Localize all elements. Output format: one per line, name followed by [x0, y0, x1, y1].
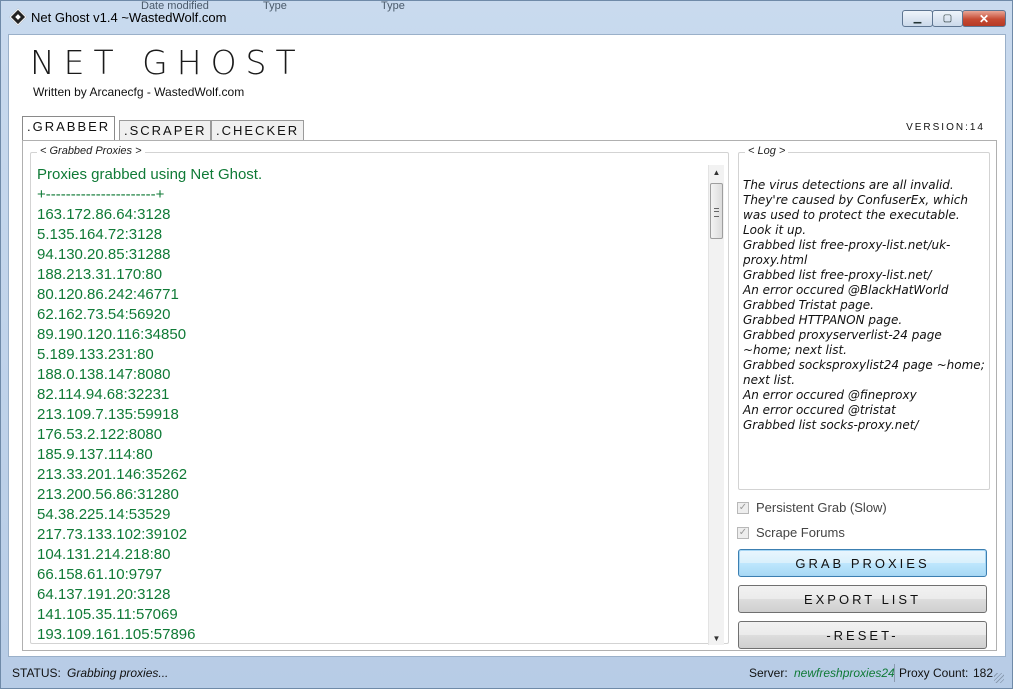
resize-grip-icon[interactable]: [994, 673, 1004, 683]
log-entry: An error occured @BlackHatWorld: [743, 283, 949, 297]
grabbed-proxies-label: < Grabbed Proxies >: [37, 145, 145, 157]
reset-button[interactable]: -RESET-: [738, 621, 987, 649]
minimize-button[interactable]: ▁: [902, 10, 933, 27]
proxy-list-scrollbar[interactable]: ▲ ▼: [708, 165, 724, 645]
grab-proxies-button[interactable]: GRAB PROXIES: [738, 549, 987, 577]
proxy-list-textbox[interactable]: Proxies grabbed using Net Ghost. +------…: [37, 165, 717, 645]
app-icon[interactable]: [9, 8, 27, 26]
proxy-count-value: 182: [973, 666, 994, 680]
minimize-icon: ▁: [913, 13, 922, 24]
grip-icon: [714, 208, 719, 217]
persistent-grab-checkbox[interactable]: ✓ Persistent Grab (Slow): [737, 500, 887, 515]
proxy-row: 163.172.86.64:3128: [37, 206, 171, 223]
app-logo: NET GHOST: [30, 43, 305, 82]
log-entry: The virus detections are all invalid. Th…: [743, 178, 968, 237]
proxy-row: 5.135.164.72:3128: [37, 226, 163, 243]
log-entry: Grabbed HTTPANON page.: [743, 313, 903, 327]
close-icon: ✕: [978, 11, 990, 26]
persistent-grab-label: Persistent Grab (Slow): [756, 500, 887, 515]
status-label: STATUS:: [12, 666, 61, 680]
checkbox-icon[interactable]: ✓: [737, 501, 749, 514]
proxy-row: 62.162.73.54:56920: [37, 306, 171, 323]
log-entry: Grabbed Tristat page.: [743, 298, 874, 312]
proxy-row: 89.190.120.116:34850: [37, 326, 187, 343]
proxy-row: 94.130.20.85:31288: [37, 246, 171, 263]
tab-scraper[interactable]: .SCRAPER: [119, 120, 212, 140]
log-entry: Grabbed list free-proxy-list.net/: [743, 268, 932, 282]
proxy-row: 193.109.161.105:57896: [37, 626, 196, 643]
proxy-row: 82.114.94.68:32231: [37, 386, 170, 403]
status-bar: STATUS: Grabbing proxies... Server: newf…: [8, 661, 1006, 685]
proxy-row: 80.120.86.242:46771: [37, 286, 179, 303]
status-value: Grabbing proxies...: [67, 666, 169, 680]
window-controls: ▁ ▢ ✕: [902, 10, 1006, 27]
proxy-row: 185.9.137.114:80: [37, 446, 153, 463]
export-list-button[interactable]: EXPORT LIST: [738, 585, 987, 613]
scroll-down-icon[interactable]: ▼: [709, 631, 724, 645]
proxy-row: 5.189.133.231:80: [37, 346, 154, 363]
proxy-row: 54.38.225.14:53529: [37, 506, 171, 523]
tab-grabber[interactable]: .GRABBER: [22, 116, 116, 140]
close-button[interactable]: ✕: [962, 10, 1006, 27]
maximize-icon: ▢: [942, 13, 953, 24]
server-value: newfreshproxies24: [794, 666, 895, 680]
proxy-row: 188.0.138.147:8080: [37, 366, 171, 383]
proxy-row: 217.73.133.102:39102: [37, 526, 188, 543]
proxy-row: 176.53.2.122:8080: [37, 426, 163, 443]
proxy-row: 188.213.31.170:80: [37, 266, 163, 283]
window-title: Net Ghost v1.4 ~WastedWolf.com: [31, 10, 227, 25]
proxy-row: 213.109.7.135:59918: [37, 406, 179, 423]
scrape-forums-checkbox[interactable]: ✓ Scrape Forums: [737, 525, 845, 540]
scrape-forums-label: Scrape Forums: [756, 525, 845, 540]
log-textbox[interactable]: The virus detections are all invalid. Th…: [743, 178, 987, 433]
proxy-list-heading: Proxies grabbed using Net Ghost.: [37, 166, 263, 183]
maximize-button[interactable]: ▢: [932, 10, 963, 27]
app-window: Date modified Type Type Net Ghost v1.4 ~…: [0, 0, 1013, 689]
background-column-header: Type: [263, 0, 287, 12]
server-label: Server:: [749, 666, 788, 680]
proxy-row: 141.105.35.11:57069: [37, 606, 178, 623]
log-entry: An error occured @fineproxy: [743, 388, 917, 402]
log-entry: Grabbed socksproxylist24 page ~home; nex…: [743, 358, 985, 387]
proxy-row: 213.33.201.146:35262: [37, 466, 188, 483]
log-group: < Log > The virus detections are all inv…: [738, 145, 990, 490]
proxy-row: 104.131.214.218:80: [37, 546, 171, 563]
log-entry: Grabbed list free-proxy-list.net/uk-prox…: [743, 238, 951, 267]
proxy-count-label: Proxy Count:: [899, 666, 969, 680]
background-column-header: Type: [381, 0, 405, 12]
log-entry: Grabbed list socks-proxy.net/: [743, 418, 919, 432]
proxy-row: 213.200.56.86:31280: [37, 486, 179, 503]
log-entry: Grabbed proxyserverlist-24 page ~home; n…: [743, 328, 942, 357]
grabbed-proxies-group: < Grabbed Proxies > Proxies grabbed usin…: [30, 145, 729, 645]
scroll-up-icon[interactable]: ▲: [709, 165, 724, 179]
scroll-thumb[interactable]: [710, 183, 723, 239]
client-area: NET GHOST Written by Arcanecfg - WastedW…: [8, 34, 1006, 657]
log-label: < Log >: [745, 145, 789, 157]
version-label: VERSION:14: [906, 122, 985, 133]
status-separator: [894, 664, 895, 682]
checkbox-icon[interactable]: ✓: [737, 526, 749, 539]
log-entry: An error occured @tristat: [743, 403, 896, 417]
proxy-row: 66.158.61.10:9797: [37, 566, 163, 583]
proxy-row: 64.137.191.20:3128: [37, 586, 171, 603]
tab-checker[interactable]: .CHECKER: [211, 120, 305, 140]
proxy-list-divider: +----------------------+: [37, 186, 165, 203]
title-bar[interactable]: Date modified Type Type Net Ghost v1.4 ~…: [1, 0, 1012, 35]
author-byline: Written by Arcanecfg - WastedWolf.com: [33, 85, 245, 99]
